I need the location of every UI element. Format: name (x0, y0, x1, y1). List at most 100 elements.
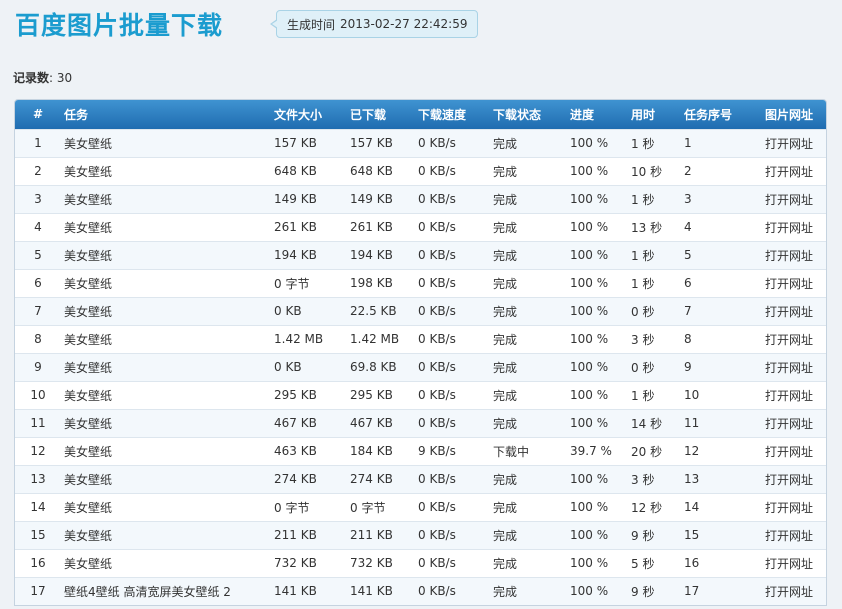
row-progress: 39.7 % (567, 436, 628, 465)
row-downloaded: 295 KB (347, 380, 415, 409)
row-task-id: 14 (681, 492, 752, 521)
row-task-id: 15 (681, 520, 752, 549)
open-url-link[interactable]: 打开网址 (765, 193, 813, 207)
column-header-time: 用时 (631, 107, 656, 122)
row-index: 5 (15, 240, 61, 269)
row-status: 完成 (490, 548, 567, 577)
row-file-size: 1.42 MB (271, 324, 347, 353)
row-status: 完成 (490, 576, 567, 605)
row-speed: 0 KB/s (415, 268, 490, 297)
row-time: 20 秒 (628, 436, 681, 465)
row-task: 美女壁纸 (61, 184, 271, 213)
column-header-task: 任务 (64, 107, 89, 122)
open-url-link[interactable]: 打开网址 (765, 137, 813, 151)
row-speed: 0 KB/s (415, 548, 490, 577)
row-status: 完成 (490, 492, 567, 521)
table-row: 9 美女壁纸 0 KB 69.8 KB 0 KB/s 完成 100 % 0 秒 … (15, 352, 826, 381)
open-url-link[interactable]: 打开网址 (765, 305, 813, 319)
row-status: 完成 (490, 296, 567, 325)
row-time: 0 秒 (628, 352, 681, 381)
row-time: 3 秒 (628, 464, 681, 493)
row-downloaded: 157 KB (347, 128, 415, 157)
column-header-progress: 进度 (570, 107, 595, 122)
row-index: 13 (15, 464, 61, 493)
open-url-link[interactable]: 打开网址 (765, 417, 813, 431)
open-url-link[interactable]: 打开网址 (765, 333, 813, 347)
column-header-task-id: 任务序号 (684, 107, 733, 122)
row-index: 17 (15, 576, 61, 605)
row-status: 完成 (490, 240, 567, 269)
table-row: 13 美女壁纸 274 KB 274 KB 0 KB/s 完成 100 % 3 … (15, 464, 826, 493)
open-url-link[interactable]: 打开网址 (765, 501, 813, 515)
table-row: 17 壁纸4壁纸 高清宽屏美女壁纸 2 141 KB 141 KB 0 KB/s… (15, 576, 826, 605)
row-progress: 100 % (567, 380, 628, 409)
table-header-row: # 任务 文件大小 已下载 下载速度 下载状态 进度 用时 任务序号 图片网址 (15, 100, 826, 129)
generated-time-label: 生成时间 (287, 17, 336, 32)
row-file-size: 0 字节 (271, 268, 347, 297)
row-status: 完成 (490, 408, 567, 437)
row-time: 13 秒 (628, 212, 681, 241)
row-status: 完成 (490, 324, 567, 353)
row-task-id: 5 (681, 240, 752, 269)
row-index: 4 (15, 212, 61, 241)
row-file-size: 295 KB (271, 380, 347, 409)
row-speed: 0 KB/s (415, 296, 490, 325)
row-index: 7 (15, 296, 61, 325)
generated-time-badge: 生成时间 2013-02-27 22:42:59 (269, 10, 479, 38)
open-url-link[interactable]: 打开网址 (765, 277, 813, 291)
column-header-downloaded: 已下载 (350, 107, 387, 122)
table-body: 1 美女壁纸 157 KB 157 KB 0 KB/s 完成 100 % 1 秒… (15, 128, 826, 605)
row-file-size: 194 KB (271, 240, 347, 269)
row-speed: 0 KB/s (415, 184, 490, 213)
open-url-link[interactable]: 打开网址 (765, 473, 813, 487)
row-index: 11 (15, 408, 61, 437)
row-progress: 100 % (567, 492, 628, 521)
row-speed: 0 KB/s (415, 520, 490, 549)
row-task-id: 10 (681, 380, 752, 409)
row-file-size: 157 KB (271, 128, 347, 157)
open-url-link[interactable]: 打开网址 (765, 249, 813, 263)
open-url-link[interactable]: 打开网址 (765, 221, 813, 235)
row-time: 1 秒 (628, 128, 681, 157)
row-progress: 100 % (567, 408, 628, 437)
row-file-size: 141 KB (271, 576, 347, 605)
row-task: 美女壁纸 (61, 464, 271, 493)
row-task: 美女壁纸 (61, 408, 271, 437)
open-url-link[interactable]: 打开网址 (765, 361, 813, 375)
open-url-link[interactable]: 打开网址 (765, 165, 813, 179)
row-index: 10 (15, 380, 61, 409)
row-index: 16 (15, 548, 61, 577)
row-task-id: 9 (681, 352, 752, 381)
row-task-id: 8 (681, 324, 752, 353)
row-progress: 100 % (567, 548, 628, 577)
row-downloaded: 732 KB (347, 548, 415, 577)
row-speed: 0 KB/s (415, 380, 490, 409)
record-count-value: 30 (56, 71, 73, 85)
row-progress: 100 % (567, 128, 628, 157)
open-url-link[interactable]: 打开网址 (765, 529, 813, 543)
row-downloaded: 184 KB (347, 436, 415, 465)
row-downloaded: 467 KB (347, 408, 415, 437)
row-status: 完成 (490, 520, 567, 549)
row-index: 12 (15, 436, 61, 465)
open-url-link[interactable]: 打开网址 (765, 389, 813, 403)
row-downloaded: 274 KB (347, 464, 415, 493)
table-row: 10 美女壁纸 295 KB 295 KB 0 KB/s 完成 100 % 1 … (15, 380, 826, 409)
column-header-speed: 下载速度 (418, 107, 467, 122)
row-downloaded: 141 KB (347, 576, 415, 605)
row-downloaded: 69.8 KB (347, 352, 415, 381)
row-progress: 100 % (567, 464, 628, 493)
row-task-id: 3 (681, 184, 752, 213)
row-downloaded: 194 KB (347, 240, 415, 269)
row-index: 2 (15, 156, 61, 185)
open-url-link[interactable]: 打开网址 (765, 557, 813, 571)
open-url-link[interactable]: 打开网址 (765, 445, 813, 459)
row-progress: 100 % (567, 520, 628, 549)
row-progress: 100 % (567, 296, 628, 325)
row-status: 完成 (490, 464, 567, 493)
open-url-link[interactable]: 打开网址 (765, 585, 813, 599)
row-speed: 0 KB/s (415, 128, 490, 157)
row-progress: 100 % (567, 268, 628, 297)
row-speed: 0 KB/s (415, 352, 490, 381)
row-status: 下载中 (490, 436, 567, 465)
